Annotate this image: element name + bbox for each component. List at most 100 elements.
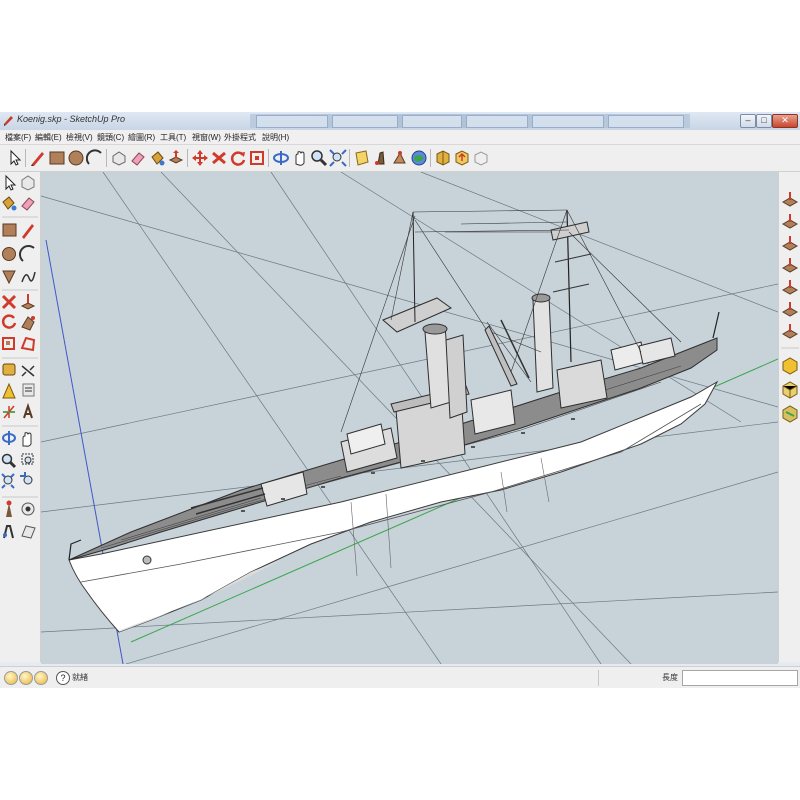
user-icon[interactable] bbox=[34, 671, 48, 685]
taskbar-tab[interactable] bbox=[256, 115, 328, 128]
get-models-icon[interactable] bbox=[434, 149, 452, 167]
menu-camera[interactable]: 鏡頭(C) bbox=[97, 132, 124, 143]
perspective-icon[interactable] bbox=[781, 324, 799, 339]
model-viewport[interactable] bbox=[41, 172, 778, 664]
push-pull-icon[interactable] bbox=[20, 294, 36, 310]
menu-file[interactable]: 檔案(F) bbox=[5, 132, 31, 143]
make-component-icon[interactable] bbox=[21, 175, 35, 191]
circle-icon[interactable] bbox=[67, 149, 85, 167]
zoom-icon[interactable] bbox=[310, 149, 328, 167]
menu-view[interactable]: 檢視(V) bbox=[66, 132, 93, 143]
move-icon[interactable] bbox=[1, 294, 17, 310]
measurements-input[interactable] bbox=[682, 670, 798, 686]
share-component-icon[interactable] bbox=[472, 149, 490, 167]
orbit-icon[interactable] bbox=[272, 149, 290, 167]
right-view-icon[interactable] bbox=[781, 258, 799, 273]
taskbar-tab[interactable] bbox=[532, 115, 604, 128]
move-icon[interactable] bbox=[191, 149, 209, 167]
geo-location-icon[interactable] bbox=[4, 671, 18, 685]
look-around-icon[interactable] bbox=[21, 502, 35, 516]
tape-measure-icon[interactable] bbox=[2, 363, 16, 376]
left-view-icon[interactable] bbox=[781, 302, 799, 317]
menu-tools[interactable]: 工具(T) bbox=[160, 132, 186, 143]
section-plane-icon[interactable] bbox=[353, 149, 371, 167]
left-tool-palette bbox=[0, 172, 41, 662]
3d-text-icon[interactable] bbox=[23, 402, 33, 419]
eraser-icon[interactable] bbox=[21, 197, 35, 211]
position-camera-icon[interactable] bbox=[6, 500, 12, 518]
scale-icon[interactable] bbox=[248, 149, 266, 167]
back-view-icon[interactable] bbox=[781, 280, 799, 295]
follow-me-icon[interactable] bbox=[21, 316, 35, 331]
arc-icon[interactable] bbox=[86, 149, 104, 167]
circle-icon[interactable] bbox=[2, 247, 16, 261]
pan-icon[interactable] bbox=[291, 149, 309, 167]
zoom-window-icon[interactable] bbox=[21, 453, 34, 465]
share-model-icon[interactable] bbox=[453, 149, 471, 167]
top-view-icon[interactable] bbox=[781, 214, 799, 229]
iso-view-icon[interactable] bbox=[781, 192, 799, 207]
paint-bucket-icon[interactable] bbox=[2, 196, 17, 211]
pan-icon[interactable] bbox=[22, 432, 32, 447]
taskbar-tab[interactable] bbox=[608, 115, 684, 128]
protractor-icon[interactable] bbox=[2, 382, 16, 399]
select-icon[interactable] bbox=[6, 149, 24, 167]
menu-draw[interactable]: 繪圖(R) bbox=[128, 132, 155, 143]
monochrome-icon[interactable] bbox=[782, 405, 798, 423]
minimize-button[interactable]: – bbox=[740, 114, 756, 128]
freehand-icon[interactable] bbox=[21, 271, 36, 283]
walk-icon[interactable] bbox=[372, 149, 390, 167]
taskbar-tab[interactable] bbox=[402, 115, 462, 128]
battleship-model[interactable] bbox=[68, 209, 720, 633]
taskbar-tab[interactable] bbox=[466, 115, 528, 128]
menu-bar: 檔案(F) 編輯(E) 檢視(V) 鏡頭(C) 繪圖(R) 工具(T) 視窗(W… bbox=[0, 130, 800, 145]
main-mast-top bbox=[550, 221, 590, 241]
offset-icon[interactable] bbox=[20, 336, 36, 352]
push-pull-icon[interactable] bbox=[167, 149, 185, 167]
menu-window[interactable]: 視窗(W) bbox=[192, 132, 221, 143]
rotate-icon[interactable] bbox=[229, 149, 247, 167]
credits-icon[interactable] bbox=[19, 671, 33, 685]
title-bar: Koenig.skp - SketchUp Pro – □ ✕ bbox=[0, 112, 800, 130]
pencil-icon[interactable] bbox=[29, 149, 47, 167]
rectangle-icon[interactable] bbox=[48, 149, 66, 167]
rectangle-icon[interactable] bbox=[2, 223, 17, 237]
previous-view-icon[interactable] bbox=[20, 472, 33, 485]
arc-icon[interactable] bbox=[19, 245, 35, 262]
funnel-2 bbox=[445, 334, 468, 419]
select-icon[interactable] bbox=[5, 174, 17, 191]
eraser-icon[interactable] bbox=[129, 149, 147, 167]
main-mast-yard bbox=[552, 253, 592, 293]
window-title: Koenig.skp - SketchUp Pro bbox=[17, 114, 126, 124]
rotate-icon[interactable] bbox=[1, 314, 17, 329]
menu-plugins[interactable]: 外掛程式 bbox=[224, 132, 256, 143]
taskbar-tab[interactable] bbox=[332, 115, 398, 128]
zoom-extents-icon[interactable] bbox=[1, 473, 15, 489]
walk-icon[interactable] bbox=[3, 525, 14, 539]
line-icon[interactable] bbox=[22, 224, 34, 239]
look-around-icon[interactable] bbox=[391, 149, 409, 167]
make-component-icon[interactable] bbox=[110, 149, 128, 167]
scale-icon[interactable] bbox=[2, 337, 15, 350]
section-plane-icon[interactable] bbox=[21, 525, 36, 539]
maximize-button[interactable]: □ bbox=[756, 114, 772, 128]
fore-mast bbox=[412, 211, 416, 323]
zoom-icon[interactable] bbox=[1, 453, 17, 469]
text-icon[interactable] bbox=[22, 383, 35, 397]
help-icon[interactable]: ? bbox=[56, 671, 70, 685]
orbit-icon[interactable] bbox=[2, 431, 16, 445]
paint-bucket-icon[interactable] bbox=[148, 149, 166, 167]
front-view-icon[interactable] bbox=[781, 236, 799, 251]
textured-icon[interactable] bbox=[782, 381, 798, 399]
axes-icon[interactable] bbox=[3, 405, 15, 419]
dimension-icon[interactable] bbox=[21, 365, 35, 377]
taskbar-strip bbox=[250, 114, 690, 128]
push-pull-icon[interactable] bbox=[210, 149, 228, 167]
zoom-extents-icon[interactable] bbox=[329, 149, 347, 167]
shaded-icon[interactable] bbox=[782, 357, 798, 375]
polygon-icon[interactable] bbox=[2, 270, 16, 285]
close-button[interactable]: ✕ bbox=[772, 114, 798, 128]
menu-help[interactable]: 說明(H) bbox=[262, 132, 289, 143]
3d-warehouse-icon[interactable] bbox=[410, 149, 428, 167]
menu-edit[interactable]: 編輯(E) bbox=[35, 132, 62, 143]
